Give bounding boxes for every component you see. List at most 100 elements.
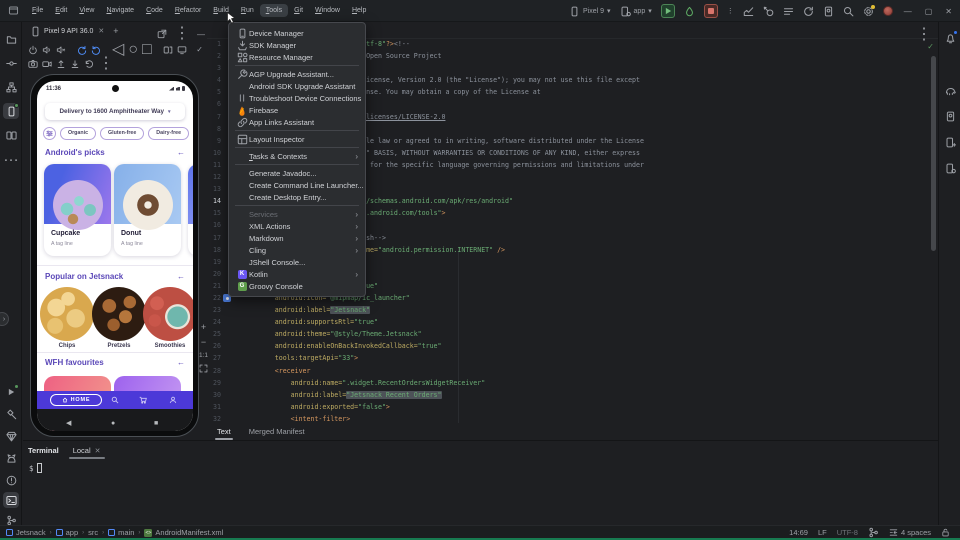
menu-item-services[interactable]: Services›: [229, 208, 365, 220]
indent-setting[interactable]: 4 spaces: [889, 528, 931, 537]
stripe-expand-button[interactable]: ›: [0, 312, 9, 326]
search-icon[interactable]: [111, 396, 119, 404]
volume-down-button[interactable]: [56, 45, 66, 55]
menu-item-sdk-manager[interactable]: SDK Manager: [229, 39, 365, 51]
menu-view[interactable]: View: [73, 4, 100, 17]
device-more-button[interactable]: ⋮: [98, 55, 114, 73]
code-line[interactable]: 27 tools:targetApi="33">: [207, 352, 928, 364]
menu-code[interactable]: Code: [140, 4, 169, 17]
menu-window[interactable]: Window: [309, 4, 346, 17]
zoom-in-icon[interactable]: +: [201, 322, 206, 332]
tool-button-device-manager[interactable]: [3, 127, 19, 143]
android-home-icon[interactable]: ●: [111, 420, 115, 427]
code-line[interactable]: 24 android:supportsRtl="true": [207, 316, 928, 328]
git-branch-icon[interactable]: [868, 527, 879, 538]
power-button[interactable]: [28, 45, 38, 55]
code-line[interactable]: 30 android:label="Jetsnack Recent Orders…: [207, 389, 928, 401]
android-recents-icon[interactable]: ■: [154, 420, 158, 427]
editor-scrollbar[interactable]: [931, 56, 936, 251]
hide-panel-icon[interactable]: —: [197, 30, 205, 39]
menu-item-resource-manager[interactable]: Resource Manager: [229, 51, 365, 63]
menu-item-cling[interactable]: Cling›: [229, 244, 365, 256]
open-in-window-icon[interactable]: [157, 29, 167, 39]
menu-item-xml-actions[interactable]: XML Actions›: [229, 220, 365, 232]
cart-icon[interactable]: [139, 396, 147, 404]
code-line[interactable]: 28 <receiver: [207, 365, 928, 377]
menu-navigate[interactable]: Navigate: [100, 4, 140, 17]
breadcrumb-item[interactable]: main: [108, 528, 134, 537]
device-selector[interactable]: Pixel 9▾: [569, 6, 611, 17]
filter-icon[interactable]: [43, 127, 56, 140]
menu-edit[interactable]: Edit: [49, 4, 73, 17]
menu-item-tasks-contexts[interactable]: Tasks & Contexts›: [229, 150, 365, 162]
tool-button-notifications[interactable]: [942, 30, 958, 46]
profiler-icon[interactable]: [743, 6, 754, 17]
menu-help[interactable]: Help: [346, 4, 372, 17]
terminal-panel[interactable]: Terminal Local✕ $: [23, 440, 940, 525]
fold-device-button[interactable]: [163, 45, 173, 55]
menu-item-groovy-console[interactable]: GGroovy Console: [229, 280, 365, 292]
line-separator[interactable]: LF: [818, 528, 827, 537]
menu-item-agp-upgrade-assistant[interactable]: AGP Upgrade Assistant...: [229, 68, 365, 80]
tool-button-problems[interactable]: [3, 472, 19, 488]
tool-button-running-devices[interactable]: [3, 103, 19, 119]
snack-card[interactable]: DonutA tag line: [114, 164, 181, 256]
menu-item-create-desktop-entry[interactable]: Create Desktop Entry...: [229, 191, 365, 203]
code-line[interactable]: 25 android:theme="@style/Theme.Jetsnack": [207, 328, 928, 340]
tool-button-terminal[interactable]: [3, 492, 19, 508]
chips-image[interactable]: [40, 287, 94, 341]
menu-file[interactable]: File: [26, 4, 49, 17]
menu-git[interactable]: Git: [288, 4, 309, 17]
nav-home-button[interactable]: HOME: [50, 394, 102, 406]
settings-icon[interactable]: [863, 6, 874, 17]
breadcrumb-item[interactable]: app: [56, 528, 79, 537]
zoom-out-icon[interactable]: −: [201, 337, 206, 347]
breadcrumb-item[interactable]: <>AndroidManifest.xml: [144, 528, 223, 537]
menu-item-markdown[interactable]: Markdown›: [229, 232, 365, 244]
rotate-right-button[interactable]: [91, 45, 101, 55]
menu-item-generate-javadoc[interactable]: Generate Javadoc...: [229, 167, 365, 179]
tool-button-app-quality-insights[interactable]: [3, 428, 19, 444]
file-encoding[interactable]: UTF-8: [837, 528, 858, 537]
external-display-button[interactable]: [177, 45, 187, 55]
tool-button-device-monitor[interactable]: [942, 134, 958, 150]
tab-merged-manifest[interactable]: Merged Manifest: [247, 425, 307, 438]
tool-button-pull-requests[interactable]: [3, 79, 19, 95]
code-line[interactable]: 26 android:enableOnBackInvokedCallback="…: [207, 340, 928, 352]
profile-icon[interactable]: [169, 396, 177, 404]
run-configuration-selector[interactable]: app▾: [620, 6, 652, 17]
android-back-icon[interactable]: ◀: [66, 420, 71, 427]
zoom-to-fit-icon[interactable]: [199, 364, 208, 373]
menu-item-create-command-line-launcher[interactable]: Create Command Line Launcher...: [229, 179, 365, 191]
filter-chip[interactable]: Gluten-free: [100, 127, 144, 140]
filter-chip[interactable]: Dairy-free: [148, 127, 189, 140]
screen-record-button[interactable]: [42, 59, 52, 69]
close-icon[interactable]: ✕: [98, 27, 104, 35]
menu-item-device-manager[interactable]: Device Manager: [229, 27, 365, 39]
unlock-icon[interactable]: [941, 528, 950, 537]
android-home-button[interactable]: ○: [128, 41, 138, 59]
tool-button-commit[interactable]: [3, 55, 19, 71]
inspections-ok-icon[interactable]: ✓: [927, 42, 934, 51]
tool-button-run[interactable]: [3, 384, 19, 400]
apply-changes-button[interactable]: [684, 6, 695, 17]
sync-project-icon[interactable]: [803, 6, 814, 17]
code-line[interactable]: 31 android:exported="false">: [207, 401, 928, 413]
menu-item-app-links-assistant[interactable]: App Links Assistant: [229, 116, 365, 128]
menu-refactor[interactable]: Refactor: [169, 4, 207, 17]
run-button[interactable]: [661, 4, 675, 18]
snack-card-partial[interactable]: [188, 164, 193, 256]
snack-card[interactable]: CupcakeA tag line: [44, 164, 111, 256]
close-window-button[interactable]: ✕: [943, 7, 954, 16]
menu-item-jshell-console[interactable]: JShell Console...: [229, 256, 365, 268]
reset-button[interactable]: [84, 59, 94, 69]
close-icon[interactable]: ✕: [95, 447, 101, 455]
tool-button-gradle[interactable]: [942, 82, 958, 98]
tool-button-project-folder[interactable]: [3, 31, 19, 47]
add-device-button[interactable]: +: [113, 26, 118, 36]
user-avatar[interactable]: [883, 6, 893, 16]
panel-options-icon[interactable]: ⋮: [174, 25, 190, 43]
zoom-actual-size[interactable]: 1:1: [199, 352, 208, 359]
pretzels-image[interactable]: [92, 287, 146, 341]
pull-file-button[interactable]: [70, 59, 80, 69]
